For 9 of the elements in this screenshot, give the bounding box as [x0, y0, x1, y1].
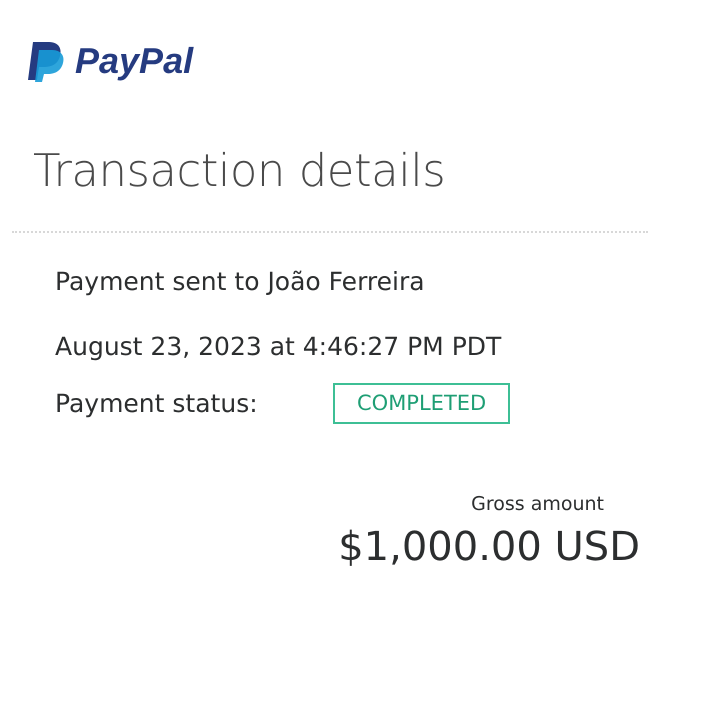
logo-icon: [27, 40, 65, 82]
logo-wordmark: PayPal: [75, 43, 194, 79]
page-title: Transaction details: [32, 148, 446, 193]
gross-amount-value: $1,000.00 USD: [338, 526, 640, 566]
detail-text: August 23, 2023 at 4:46:27 PM PDT: [55, 334, 502, 359]
detail-text: Payment sent to João Ferreira: [55, 269, 426, 294]
status-label: Payment status:: [55, 388, 259, 420]
status-badge: COMPLETED: [333, 383, 510, 424]
gross-amount-label: Gross amount: [471, 492, 605, 517]
